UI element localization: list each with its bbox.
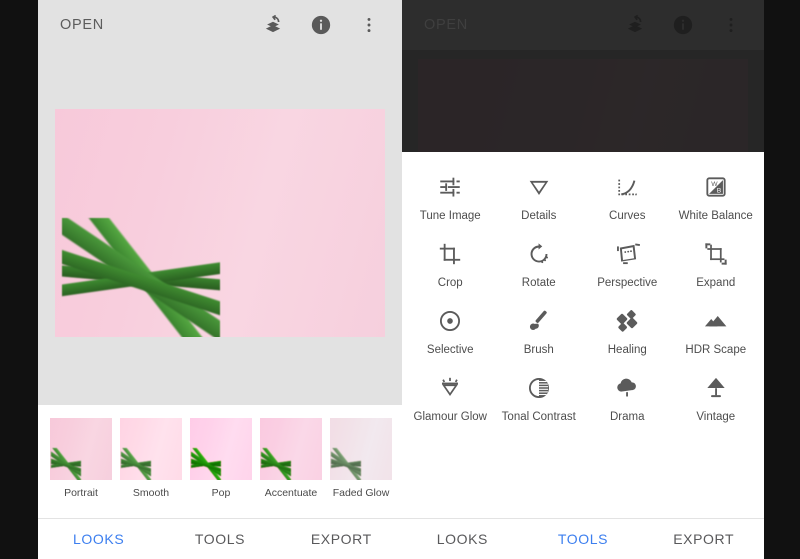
look-thumbnail[interactable] [260, 418, 322, 480]
tool-label: HDR Scape [685, 344, 747, 356]
tool-label: Details [521, 210, 557, 222]
sliders-icon [437, 170, 463, 204]
tab-export[interactable]: EXPORT [281, 531, 402, 547]
tab-looks[interactable]: LOOKS [402, 531, 523, 547]
app-bar-left: OPEN [38, 0, 402, 50]
svg-text:B: B [717, 188, 722, 195]
look-item[interactable]: Faded Glow [330, 418, 392, 499]
tool-glamour-glow[interactable]: Glamour Glow [406, 371, 495, 424]
tool-perspective[interactable]: Perspective [583, 237, 672, 290]
look-thumbnail[interactable] [120, 418, 182, 480]
overflow-menu-icon[interactable] [718, 12, 744, 38]
overflow-menu-icon[interactable] [356, 12, 382, 38]
crop-icon [437, 237, 463, 271]
open-button-left[interactable]: OPEN [60, 17, 260, 33]
undo-stack-icon[interactable] [622, 12, 648, 38]
tools-grid: Tune Image Details Curves W B White Bala… [402, 152, 764, 424]
look-thumbnail[interactable] [330, 418, 392, 480]
tool-label: Vintage [696, 411, 736, 423]
bottom-nav-right: LOOKS TOOLS EXPORT [402, 518, 764, 559]
look-label: Portrait [64, 487, 98, 499]
tool-white-balance[interactable]: W B White Balance [672, 170, 761, 223]
tool-expand[interactable]: Expand [672, 237, 761, 290]
tool-label: Healing [607, 344, 647, 356]
app-bar-actions-right [622, 12, 744, 38]
look-item[interactable]: Smooth [120, 418, 182, 499]
tool-label: Perspective [597, 277, 658, 289]
undo-stack-icon[interactable] [260, 12, 286, 38]
tool-label: Tune Image [419, 210, 481, 222]
tool-label: Expand [696, 277, 736, 289]
tab-export[interactable]: EXPORT [643, 531, 764, 547]
tool-label: Drama [609, 411, 645, 423]
tool-curves[interactable]: Curves [583, 170, 672, 223]
image-canvas[interactable] [38, 50, 402, 405]
looks-filmstrip[interactable]: Portrait Smooth Pop Accentuate Faded Glo… [38, 405, 402, 518]
tool-label: Glamour Glow [413, 411, 488, 423]
tool-hdr-scape[interactable]: HDR Scape [672, 304, 761, 357]
tool-rotate[interactable]: Rotate [495, 237, 584, 290]
tool-label: Rotate [521, 277, 556, 289]
tool-tonal-contrast[interactable]: Tonal Contrast [495, 371, 584, 424]
look-label: Accentuate [264, 487, 318, 499]
app-bar-actions-left [260, 12, 382, 38]
look-label: Faded Glow [332, 487, 390, 499]
tool-selective[interactable]: Selective [406, 304, 495, 357]
cloud-icon [614, 371, 640, 405]
phone-panel-tools: OPEN Tune Image Details Curves W B White… [402, 0, 764, 559]
look-item[interactable]: Pop [190, 418, 252, 499]
rotate-icon [526, 237, 552, 271]
phone-panel-looks: OPEN Portrait Smooth Pop Accentuate Fade… [38, 0, 402, 559]
tab-tools[interactable]: TOOLS [523, 531, 644, 547]
tool-label: White Balance [678, 210, 753, 222]
perspective-icon [614, 237, 641, 271]
tool-label: Brush [523, 344, 554, 356]
look-item[interactable]: Accentuate [260, 418, 322, 499]
look-label: Pop [211, 487, 231, 499]
tool-details[interactable]: Details [495, 170, 584, 223]
tab-tools[interactable]: TOOLS [159, 531, 280, 547]
tool-crop[interactable]: Crop [406, 237, 495, 290]
white-balance-icon: W B [703, 170, 729, 204]
mountains-icon [703, 304, 729, 338]
app-bar-right: OPEN [402, 0, 764, 50]
lamp-icon [703, 371, 729, 405]
triangle-down-icon [526, 170, 552, 204]
brush-icon [526, 304, 552, 338]
selective-icon [437, 304, 463, 338]
look-thumbnail[interactable] [190, 418, 252, 480]
tool-label: Crop [437, 277, 463, 289]
diamond-icon [437, 371, 463, 405]
tool-label: Selective [426, 344, 474, 356]
info-icon[interactable] [670, 12, 696, 38]
contrast-circle-icon [526, 371, 552, 405]
tool-brush[interactable]: Brush [495, 304, 584, 357]
tab-looks[interactable]: LOOKS [38, 531, 159, 547]
screenshot-root: OPEN Portrait Smooth Pop Accentuate Fade… [0, 0, 800, 559]
look-thumbnail[interactable] [50, 418, 112, 480]
curve-icon [614, 170, 640, 204]
tool-label: Tonal Contrast [501, 411, 576, 423]
look-item[interactable]: Portrait [50, 418, 112, 499]
tool-healing[interactable]: Healing [583, 304, 672, 357]
expand-icon [703, 237, 729, 271]
tool-drama[interactable]: Drama [583, 371, 672, 424]
tool-tune-image[interactable]: Tune Image [406, 170, 495, 223]
dimmed-image-canvas [402, 50, 764, 152]
tool-vintage[interactable]: Vintage [672, 371, 761, 424]
look-label: Smooth [132, 487, 170, 499]
open-button-right[interactable]: OPEN [424, 17, 622, 33]
bottom-nav-left: LOOKS TOOLS EXPORT [38, 518, 402, 559]
dimmed-photo [418, 59, 748, 152]
tools-sheet: Tune Image Details Curves W B White Bala… [402, 152, 764, 559]
info-icon[interactable] [308, 12, 334, 38]
tool-label: Curves [609, 210, 646, 222]
healing-icon [614, 304, 640, 338]
edited-photo[interactable] [55, 109, 385, 337]
